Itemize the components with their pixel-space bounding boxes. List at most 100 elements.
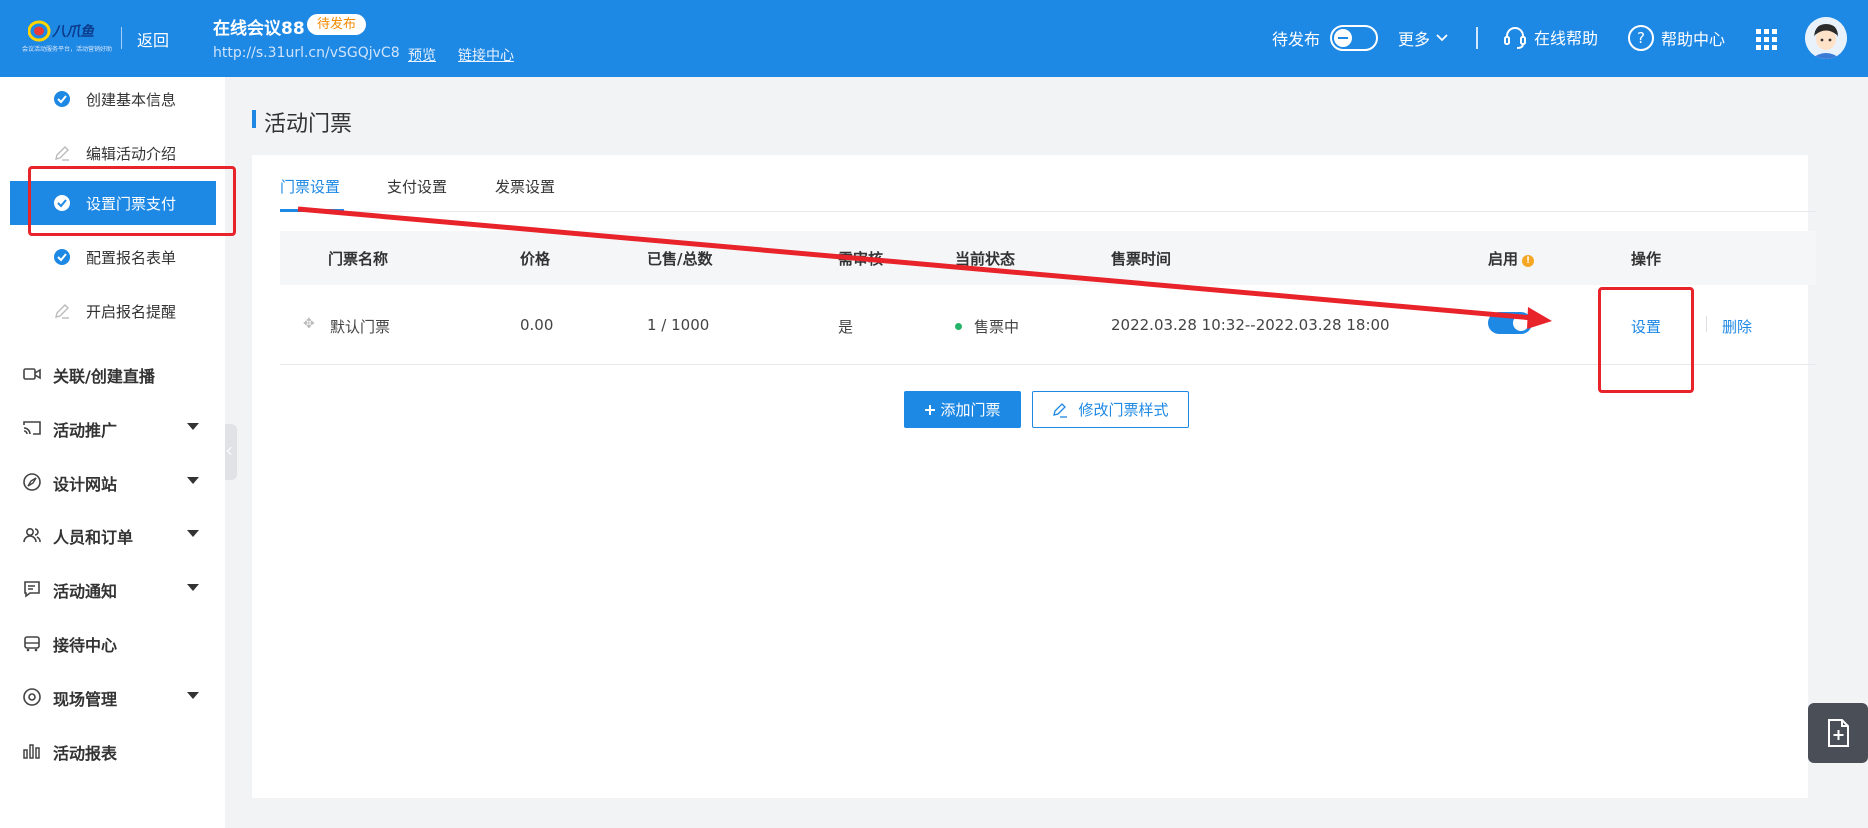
event-url[interactable]: http://s.31url.cn/vSGQjvC8 [213, 45, 400, 61]
publish-toggle-label: 待发布 [1272, 30, 1321, 49]
page-title: 活动门票 [264, 112, 353, 137]
column-header-enabled-label: 启用 [1488, 250, 1519, 268]
sidebar-item-label: 人员和订单 [53, 528, 134, 547]
action-separator [1706, 316, 1707, 332]
table-row: ✥ 默认门票 0.00 1 / 1000 是 售票中 2022.03.28 10… [280, 285, 1816, 365]
tab-invoice-settings[interactable]: 发票设置 [495, 176, 555, 197]
sidebar-item-label: 设计网站 [53, 475, 118, 494]
sidebar-item-label: 活动通知 [53, 582, 118, 601]
add-ticket-button[interactable]: 添加门票 [904, 391, 1021, 428]
status-badge: 待发布 [307, 14, 367, 35]
check-circle-icon [54, 91, 70, 107]
sidebar-item-label: 接待中心 [53, 636, 118, 655]
ticket-card: 门票设置 支付设置 发票设置 门票名称 价格 已售/总数 需审核 当前状态 售票… [252, 155, 1816, 798]
caret-down-icon [187, 477, 199, 484]
online-help-button[interactable]: 在线帮助 [1502, 24, 1598, 50]
sidebar-item-onsite[interactable]: 现场管理 [0, 676, 225, 716]
help-center-label: 帮助中心 [1661, 30, 1726, 49]
column-header-sale-time: 售票时间 [1111, 250, 1172, 268]
page-title-accent [252, 110, 256, 128]
ticket-delete-link[interactable]: 删除 [1722, 316, 1752, 337]
pencil-icon [55, 146, 69, 161]
apps-grid-icon[interactable] [1756, 29, 1777, 50]
check-circle-icon [54, 249, 70, 265]
floating-doc-button[interactable] [1808, 703, 1868, 763]
edit-ticket-style-label: 修改门票样式 [1078, 401, 1169, 419]
sidebar-item-label: 关联/创建直播 [53, 367, 155, 386]
preview-link[interactable]: 预览 [408, 45, 436, 65]
ticket-enable-toggle[interactable] [1488, 312, 1532, 334]
cast-icon [23, 421, 41, 435]
tab-payment-settings[interactable]: 支付设置 [387, 176, 447, 197]
brand-slogan: 会议活动服务平台，活动营销好助手 [22, 46, 112, 53]
toggle-knob [1334, 29, 1352, 47]
sidebar-step-label: 编辑活动介绍 [86, 145, 177, 163]
brand-logo-mark: 八爪鱼 [28, 20, 95, 42]
sidebar-collapse-handle[interactable] [225, 424, 237, 480]
column-header-actions: 操作 [1631, 250, 1662, 268]
caret-down-icon [187, 423, 199, 430]
sidebar-step-registration-form[interactable]: 配置报名表单 [0, 235, 225, 279]
link-center-link[interactable]: 链接中心 [458, 45, 514, 65]
edit-ticket-style-button[interactable]: 修改门票样式 [1032, 391, 1189, 428]
caret-down-icon [187, 692, 199, 699]
tab-bar: 门票设置 支付设置 发票设置 [280, 155, 1816, 212]
column-header-status: 当前状态 [955, 250, 1016, 268]
people-icon [23, 527, 41, 543]
sidebar-item-label: 活动推广 [53, 421, 118, 440]
column-header-name: 门票名称 [328, 250, 389, 268]
publish-toggle[interactable] [1330, 25, 1378, 51]
sidebar-item-website[interactable]: 设计网站 [0, 461, 225, 501]
ticket-status: 售票中 [955, 316, 1019, 337]
info-icon[interactable]: ! [1522, 255, 1535, 267]
user-avatar-icon [1805, 17, 1847, 59]
sidebar-item-notification[interactable]: 活动通知 [0, 568, 225, 608]
column-header-price: 价格 [520, 250, 551, 268]
sidebar-item-reception[interactable]: 接待中心 [0, 622, 225, 662]
event-title: 在线会议88 [213, 19, 305, 39]
ticket-status-label: 售票中 [974, 318, 1020, 336]
target-icon [23, 688, 41, 706]
sidebar-step-reminder[interactable]: 开启报名提醒 [0, 289, 225, 333]
column-header-sold-total: 已售/总数 [647, 250, 713, 268]
add-document-icon [1828, 719, 1849, 747]
headset-icon [1504, 27, 1526, 49]
avatar[interactable] [1805, 17, 1847, 59]
svg-text:八爪鱼: 八爪鱼 [51, 23, 95, 40]
annotation-box-settings [1598, 287, 1694, 393]
add-ticket-label: 添加门票 [940, 401, 1001, 419]
table-header: 门票名称 价格 已售/总数 需审核 当前状态 售票时间 启用! 操作 [280, 231, 1816, 285]
sidebar-step-label: 开启报名提醒 [86, 303, 177, 321]
ticket-price: 0.00 [520, 316, 554, 334]
bar-chart-icon [23, 744, 40, 759]
question-circle-icon: ? [1628, 25, 1654, 51]
plus-icon [925, 404, 936, 415]
sidebar-item-promotion[interactable]: 活动推广 [0, 407, 225, 447]
help-center-button[interactable]: ? 帮助中心 [1627, 24, 1725, 52]
brand-logo[interactable]: 八爪鱼 会议活动服务平台，活动营销好助手 [22, 20, 112, 56]
sidebar-step-basic-info[interactable]: 创建基本信息 [0, 77, 225, 121]
sidebar-item-label: 活动报表 [53, 744, 118, 763]
svg-text:?: ? [1637, 29, 1645, 47]
sidebar-step-label: 创建基本信息 [86, 91, 177, 109]
header-divider [121, 27, 122, 49]
back-button[interactable]: 返回 [137, 27, 169, 51]
more-menu-label: 更多 [1398, 30, 1431, 49]
drag-handle-icon[interactable]: ✥ [303, 316, 315, 332]
ticket-name: 默认门票 [330, 318, 391, 336]
sidebar-item-live[interactable]: 关联/创建直播 [0, 353, 225, 393]
annotation-box-sidebar [28, 166, 236, 236]
sidebar-item-people-orders[interactable]: 人员和订单 [0, 514, 225, 554]
more-menu[interactable]: 更多 [1398, 26, 1448, 50]
sidebar-item-label: 现场管理 [53, 690, 118, 709]
online-help-label: 在线帮助 [1534, 29, 1599, 48]
status-dot [955, 323, 962, 330]
tab-ticket-settings[interactable]: 门票设置 [280, 176, 340, 197]
top-header: 八爪鱼 会议活动服务平台，活动营销好助手 返回 在线会议88 待发布 http:… [0, 0, 1868, 77]
sidebar-item-report[interactable]: 活动报表 [0, 730, 225, 770]
message-icon [24, 581, 40, 598]
column-header-review: 需审核 [838, 250, 884, 268]
caret-down-icon [187, 584, 199, 591]
pencil-icon [1053, 402, 1068, 418]
compass-icon [23, 473, 41, 491]
